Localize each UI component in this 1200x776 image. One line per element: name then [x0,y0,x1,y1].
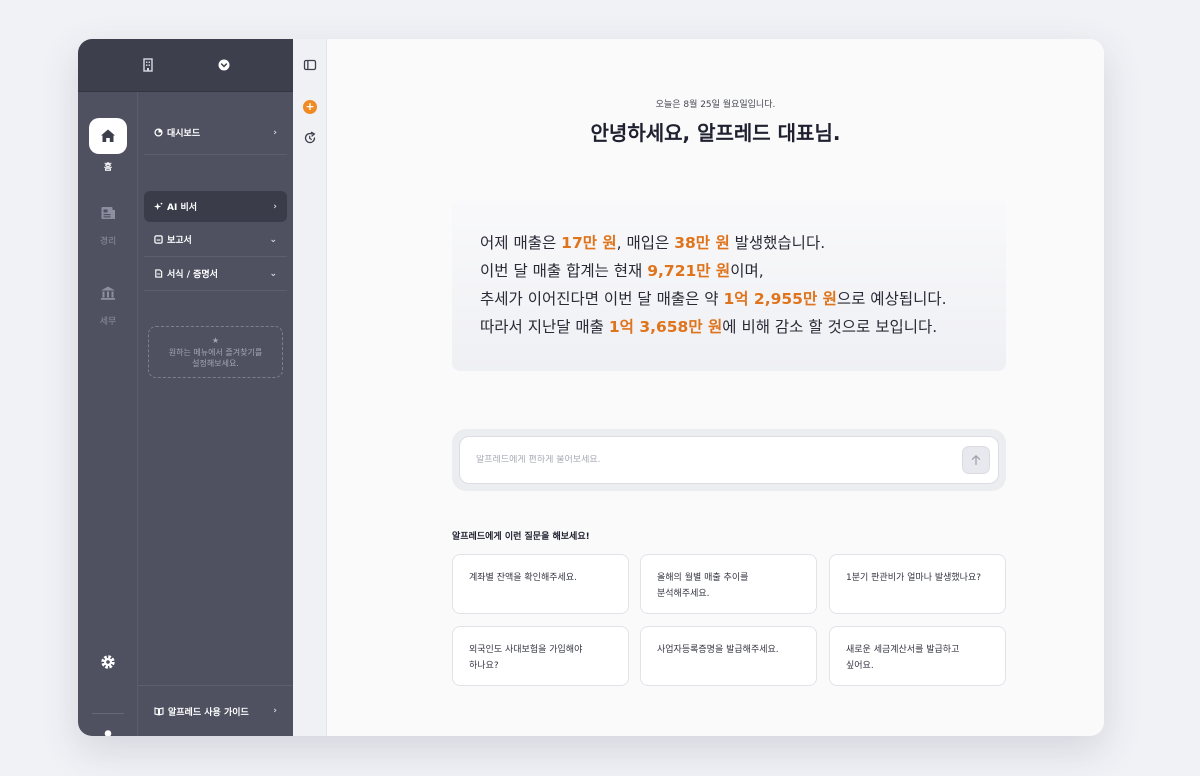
rail-item-tax[interactable]: 세무 [78,278,138,327]
arrow-up-icon [971,454,981,466]
favorites-placeholder: ★ 원하는 메뉴에서 즐겨찾기를 설정해보세요. [148,326,283,378]
menu-label-forms: 서식 / 증명서 [167,270,218,280]
menu-item-ai-assistant[interactable]: AI 비서 › [144,191,287,222]
menu-item-dashboard[interactable]: 대시보드 › [144,117,287,148]
app-window: 홈 경리 세무 대시보드 › AI 비서 › 보고서 ⌄ 서식 / 증명서 ⌄ … [78,39,1104,736]
menu-label-ai-assistant: AI 비서 [167,203,198,213]
favorites-hint-line2: 설정해보세요. [192,359,239,368]
ask-field [459,436,999,484]
document-icon [155,269,163,278]
bank-icon [101,286,115,300]
book-icon [154,707,164,716]
sidebar-toggle-icon[interactable] [303,58,317,72]
favorites-hint-line1: 원하는 메뉴에서 즐겨찾기를 [168,348,263,357]
page-title: 안녕하세요, 알프레드 대표님. [590,121,841,145]
main-content: 오늘은 8월 25일 월요일입니다. 안녕하세요, 알프레드 대표님. 어제 매… [327,39,1104,736]
report-icon [154,235,163,244]
user-icon[interactable] [99,728,117,736]
suggestions-title: 알프레드에게 이런 질문을 해보세요! [452,532,590,542]
chevron-down-icon: ⌄ [269,234,277,245]
summary-line: 따라서 지난달 매출 1억 3,658만 원에 비해 감소 할 것으로 보입니다… [480,318,938,336]
ask-input[interactable] [476,455,962,465]
chevron-down-icon: ⌄ [269,268,277,279]
today-date: 오늘은 8월 25일 월요일입니다. [655,100,776,110]
highlight-value: 17만 원 [561,234,617,252]
sidebar-topbar [78,39,293,92]
sparkle-icon [154,202,163,211]
menu-item-reports[interactable]: 보고서 ⌄ [144,224,287,255]
suggestion-card[interactable]: 사업자등록증명을 발급해주세요. [640,626,817,686]
ask-box [452,429,1006,491]
pie-icon [154,128,163,137]
menu-divider [144,154,287,155]
history-icon[interactable] [303,131,317,145]
chevron-circle-icon[interactable] [216,57,232,73]
menu-panel: 대시보드 › AI 비서 › 보고서 ⌄ 서식 / 증명서 ⌄ ★ 원하는 메뉴… [138,92,293,736]
gear-icon[interactable] [99,653,117,671]
menu-label-reports: 보고서 [167,236,192,246]
ledger-icon [101,207,115,219]
new-chat-icon[interactable]: + [303,100,317,114]
suggestion-card[interactable]: 1분기 판관비가 얼마나 발생했나요? [829,554,1006,614]
suggestion-card[interactable]: 외국인도 사대보험을 가입해야 하나요? [452,626,629,686]
rail-item-home[interactable]: 홈 [78,118,138,173]
menu-divider [144,290,287,291]
menu-label-dashboard: 대시보드 [167,129,201,139]
highlight-value: 9,721만 원 [647,262,731,280]
rail-divider [92,713,124,714]
summary-line: 어제 매출은 17만 원, 매입은 38만 원 발생했습니다. [480,234,826,252]
highlight-value: 1억 2,955만 원 [723,290,837,308]
summary-line: 이번 달 매출 합계는 현재 9,721만 원이며, [480,262,764,280]
star-icon: ★ [211,336,220,345]
send-button[interactable] [962,446,990,474]
summary-line: 추세가 이어진다면 이번 달 매출은 약 1억 2,955만 원으로 예상됩니다… [480,290,947,308]
chevron-right-icon: › [273,127,277,138]
suggestion-card[interactable]: 새로운 세금계산서를 발급하고 싶어요. [829,626,1006,686]
building-icon[interactable] [140,57,156,73]
rail-label-accounting: 경리 [99,237,117,247]
home-icon [101,129,115,142]
sales-summary-card: 어제 매출은 17만 원, 매입은 38만 원 발생했습니다. 이번 달 매출 … [452,199,1006,371]
guide-link[interactable]: 알프레드 사용 가이드 › [138,685,293,736]
icon-rail: 홈 경리 세무 [78,92,138,736]
highlight-value: 1억 3,658만 원 [608,318,723,336]
rail-label-tax: 세무 [99,317,117,327]
menu-item-forms[interactable]: 서식 / 증명서 ⌄ [144,258,287,289]
rail-label-home: 홈 [103,163,113,173]
suggestion-card[interactable]: 계좌별 잔액을 확인해주세요. [452,554,629,614]
rail-item-accounting[interactable]: 경리 [78,198,138,247]
menu-divider [144,256,287,257]
guide-label: 알프레드 사용 가이드 [168,707,249,718]
highlight-value: 38만 원 [674,234,730,252]
suggestion-card[interactable]: 올해의 월별 매출 추이를 분석해주세요. [640,554,817,614]
chevron-right-icon: › [273,706,277,716]
tool-strip: + [293,39,327,736]
chevron-right-icon: › [273,201,277,212]
